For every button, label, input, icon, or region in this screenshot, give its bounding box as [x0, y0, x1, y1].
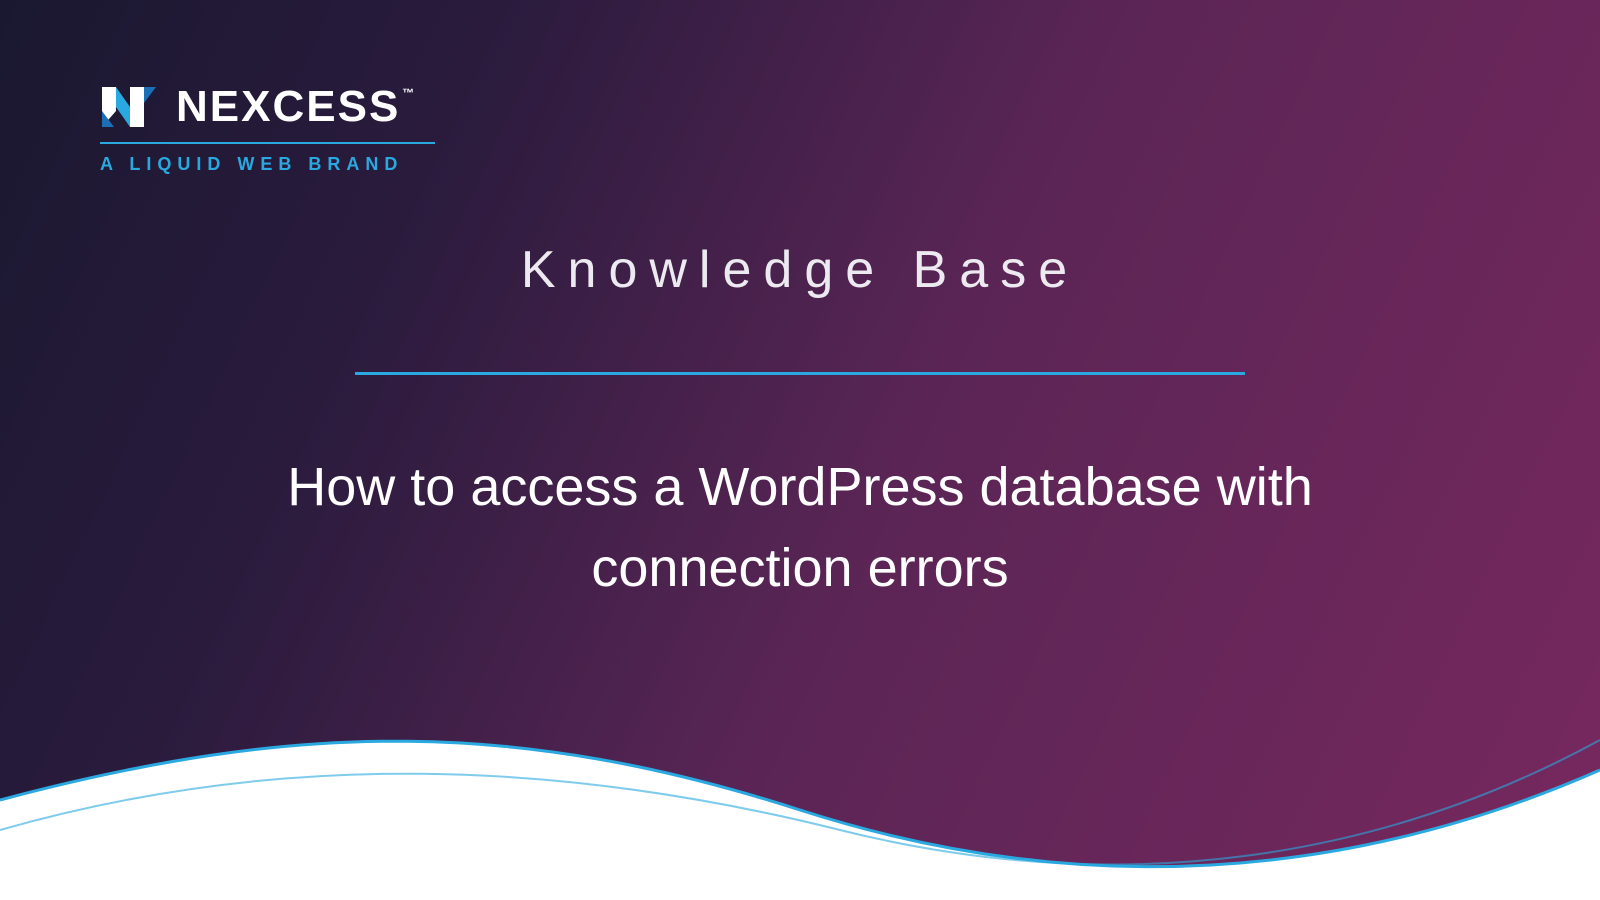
content-block: Knowledge Base How to access a WordPress…: [0, 240, 1600, 609]
trademark-symbol: ™: [402, 86, 416, 100]
brand-subline: A LIQUID WEB BRAND: [100, 154, 435, 175]
brand-logo-icon: [100, 85, 158, 129]
brand-wordmark-text: NEXCESS: [176, 82, 400, 131]
section-label: Knowledge Base: [0, 240, 1600, 300]
wave-decoration: [0, 680, 1600, 900]
brand-logo-row: NEXCESS™: [100, 82, 435, 132]
brand-logo-block: NEXCESS™ A LIQUID WEB BRAND: [100, 82, 435, 175]
section-divider: [355, 372, 1245, 375]
article-title: How to access a WordPress database with …: [0, 447, 1600, 609]
brand-divider: [100, 142, 435, 144]
brand-wordmark: NEXCESS™: [176, 82, 414, 132]
